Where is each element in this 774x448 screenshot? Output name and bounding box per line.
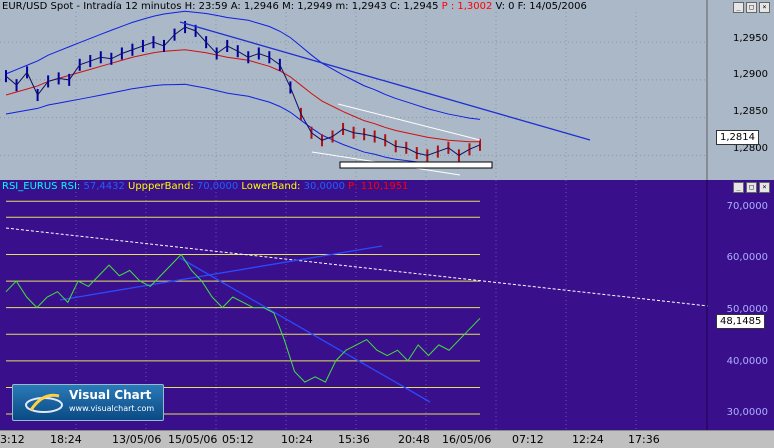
- rsi-falling-trendline: [179, 257, 431, 403]
- minimize-button[interactable]: _: [733, 182, 744, 193]
- logo-swoosh-icon: [25, 393, 63, 413]
- logo-brand: Visual Chart: [69, 388, 152, 402]
- minimize-button[interactable]: _: [733, 2, 744, 13]
- close-button[interactable]: ×: [759, 2, 770, 13]
- maximize-button[interactable]: □: [746, 182, 757, 193]
- time-axis-label: 10:24: [281, 433, 313, 446]
- price-title-segment: C: 1,2945: [389, 1, 442, 12]
- time-axis-label: 17:36: [628, 433, 660, 446]
- price-title-segment: m: 1,2943: [335, 1, 390, 12]
- rsi-title-segment: 57,4432: [83, 181, 129, 192]
- rsi-y-tick: 40,0000: [726, 356, 768, 367]
- price-chart-pane[interactable]: EUR/USD Spot - Intradía 12 minutos H: 23…: [0, 0, 774, 180]
- logo-url: www.visualchart.com: [69, 404, 155, 413]
- rsi-current-value: 48,1485: [716, 314, 766, 329]
- rsi-chart-title: RSI_EURUS RSI: 57,4432 UppperBand: 70,00…: [2, 181, 408, 192]
- price-window-controls: _ □ ×: [733, 2, 770, 13]
- time-axis-label: 16/05/06: [442, 433, 492, 446]
- price-series-line: [5, 26, 481, 156]
- price-y-tick: 1,2850: [733, 106, 768, 117]
- rsi-y-tick: 60,0000: [726, 252, 768, 263]
- rsi-title-segment: UppperBand:: [128, 181, 197, 192]
- rsi-title-segment: 70,0000: [196, 181, 242, 192]
- support-box: [339, 161, 493, 169]
- time-axis: 3:12 18:24 13/05/06 15/05/06 05:12 10:24 15:36…: [0, 430, 774, 448]
- time-axis-label: 05:12: [222, 433, 254, 446]
- time-axis-label: 3:12: [0, 433, 25, 446]
- price-title-segment: M: 1,2949: [282, 1, 336, 12]
- bollinger-upper-band: [5, 10, 481, 120]
- price-chart-title: EUR/USD Spot - Intradía 12 minutos H: 23…: [2, 1, 587, 12]
- time-axis-label: 12:24: [572, 433, 604, 446]
- visual-chart-logo: Visual Chart www.visualchart.com: [12, 384, 164, 421]
- time-axis-label: 18:24: [50, 433, 82, 446]
- channel-top-line: [337, 103, 481, 141]
- close-button[interactable]: ×: [759, 182, 770, 193]
- resistance-trendline: [179, 21, 591, 141]
- time-axis-label: 20:48: [398, 433, 430, 446]
- rsi-title-segment: 30,0000: [303, 181, 349, 192]
- maximize-button[interactable]: □: [746, 2, 757, 13]
- rsi-y-tick: 70,0000: [726, 201, 768, 212]
- price-y-tick: 1,2950: [733, 33, 768, 44]
- bollinger-lower-band: [5, 83, 481, 165]
- rsi-title-segment: RSI:: [60, 181, 84, 192]
- rsi-window-controls: _ □ ×: [733, 182, 770, 193]
- rsi-title-segment: LowerBand:: [241, 181, 304, 192]
- price-title-segment: H: 23:59: [184, 1, 231, 12]
- rsi-series-line: [5, 253, 481, 383]
- time-axis-label: 15/05/06: [168, 433, 218, 446]
- time-axis-label: 07:12: [512, 433, 544, 446]
- price-y-tick: 1,2900: [733, 69, 768, 80]
- price-title-segment: P : 1,3002: [441, 1, 496, 12]
- price-plot[interactable]: [0, 0, 708, 180]
- price-title-segment: A: 1,2946: [230, 1, 283, 12]
- price-title-segment: EUR/USD Spot - Intradía 12 minutos: [2, 1, 185, 12]
- rsi-title-segment: RSI_EURUS: [2, 181, 61, 192]
- time-axis-label: 13/05/06: [112, 433, 162, 446]
- price-title-segment: F: 14/05/2006: [517, 1, 587, 12]
- price-title-segment: V: 0: [495, 1, 518, 12]
- rsi-title-segment: P: 110,1951: [348, 181, 409, 192]
- price-current-value: 1,2814: [716, 130, 759, 145]
- rsi-y-tick: 30,0000: [726, 407, 768, 418]
- time-axis-label: 15:36: [338, 433, 370, 446]
